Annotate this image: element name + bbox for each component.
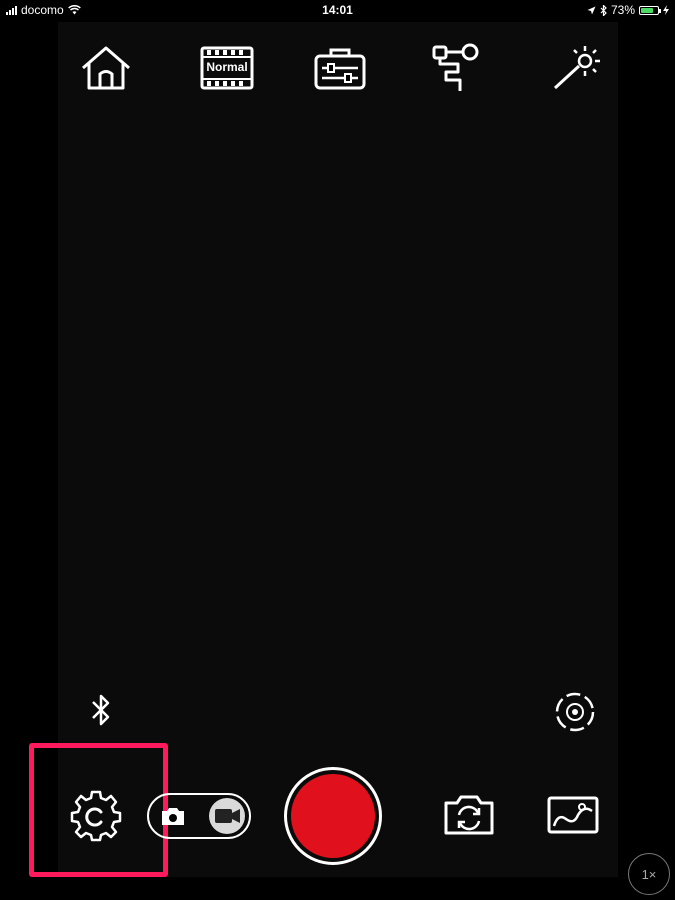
home-icon	[82, 46, 130, 90]
gimbal-icon	[432, 43, 479, 91]
magic-wand-icon	[553, 46, 600, 90]
battery-level	[641, 7, 653, 13]
bluetooth-status-icon	[600, 4, 607, 16]
zoom-label: 1×	[641, 866, 657, 882]
gear-icon	[70, 790, 122, 842]
camera-icon	[162, 808, 184, 825]
record-button[interactable]	[284, 767, 382, 865]
status-time: 14:01	[322, 3, 353, 17]
mode-toggle-knob	[209, 798, 245, 834]
flip-camera-icon	[444, 795, 494, 835]
gimbal-mode-button[interactable]	[428, 42, 484, 94]
bluetooth-button[interactable]	[86, 690, 116, 730]
gallery-button[interactable]	[546, 795, 600, 835]
record-button-fill	[291, 774, 375, 858]
toolbox-button[interactable]	[312, 42, 368, 94]
focus-target-icon	[555, 692, 595, 732]
battery-icon	[639, 5, 661, 15]
status-bar: docomo 14:01 73%	[0, 0, 675, 20]
zoom-button[interactable]: 1×	[628, 853, 670, 895]
toolbox-icon	[314, 48, 366, 90]
status-right: 73%	[587, 3, 669, 17]
video-camera-icon	[215, 809, 240, 823]
flip-camera-button[interactable]	[442, 793, 496, 837]
location-icon	[587, 6, 596, 14]
effects-button[interactable]	[549, 42, 605, 94]
charging-icon	[663, 5, 669, 15]
battery-percent: 73%	[610, 3, 635, 17]
shooting-mode-button[interactable]: Normal	[198, 42, 256, 94]
shooting-mode-label: Normal	[206, 60, 248, 74]
bluetooth-icon	[92, 694, 110, 726]
camera-screen: docomo 14:01 73% Normal 1×	[0, 0, 675, 900]
settings-button[interactable]	[68, 788, 124, 844]
home-button[interactable]	[78, 42, 134, 94]
photo-video-toggle[interactable]	[147, 793, 251, 839]
focus-tracking-button[interactable]	[553, 690, 597, 734]
gallery-icon	[547, 796, 599, 834]
